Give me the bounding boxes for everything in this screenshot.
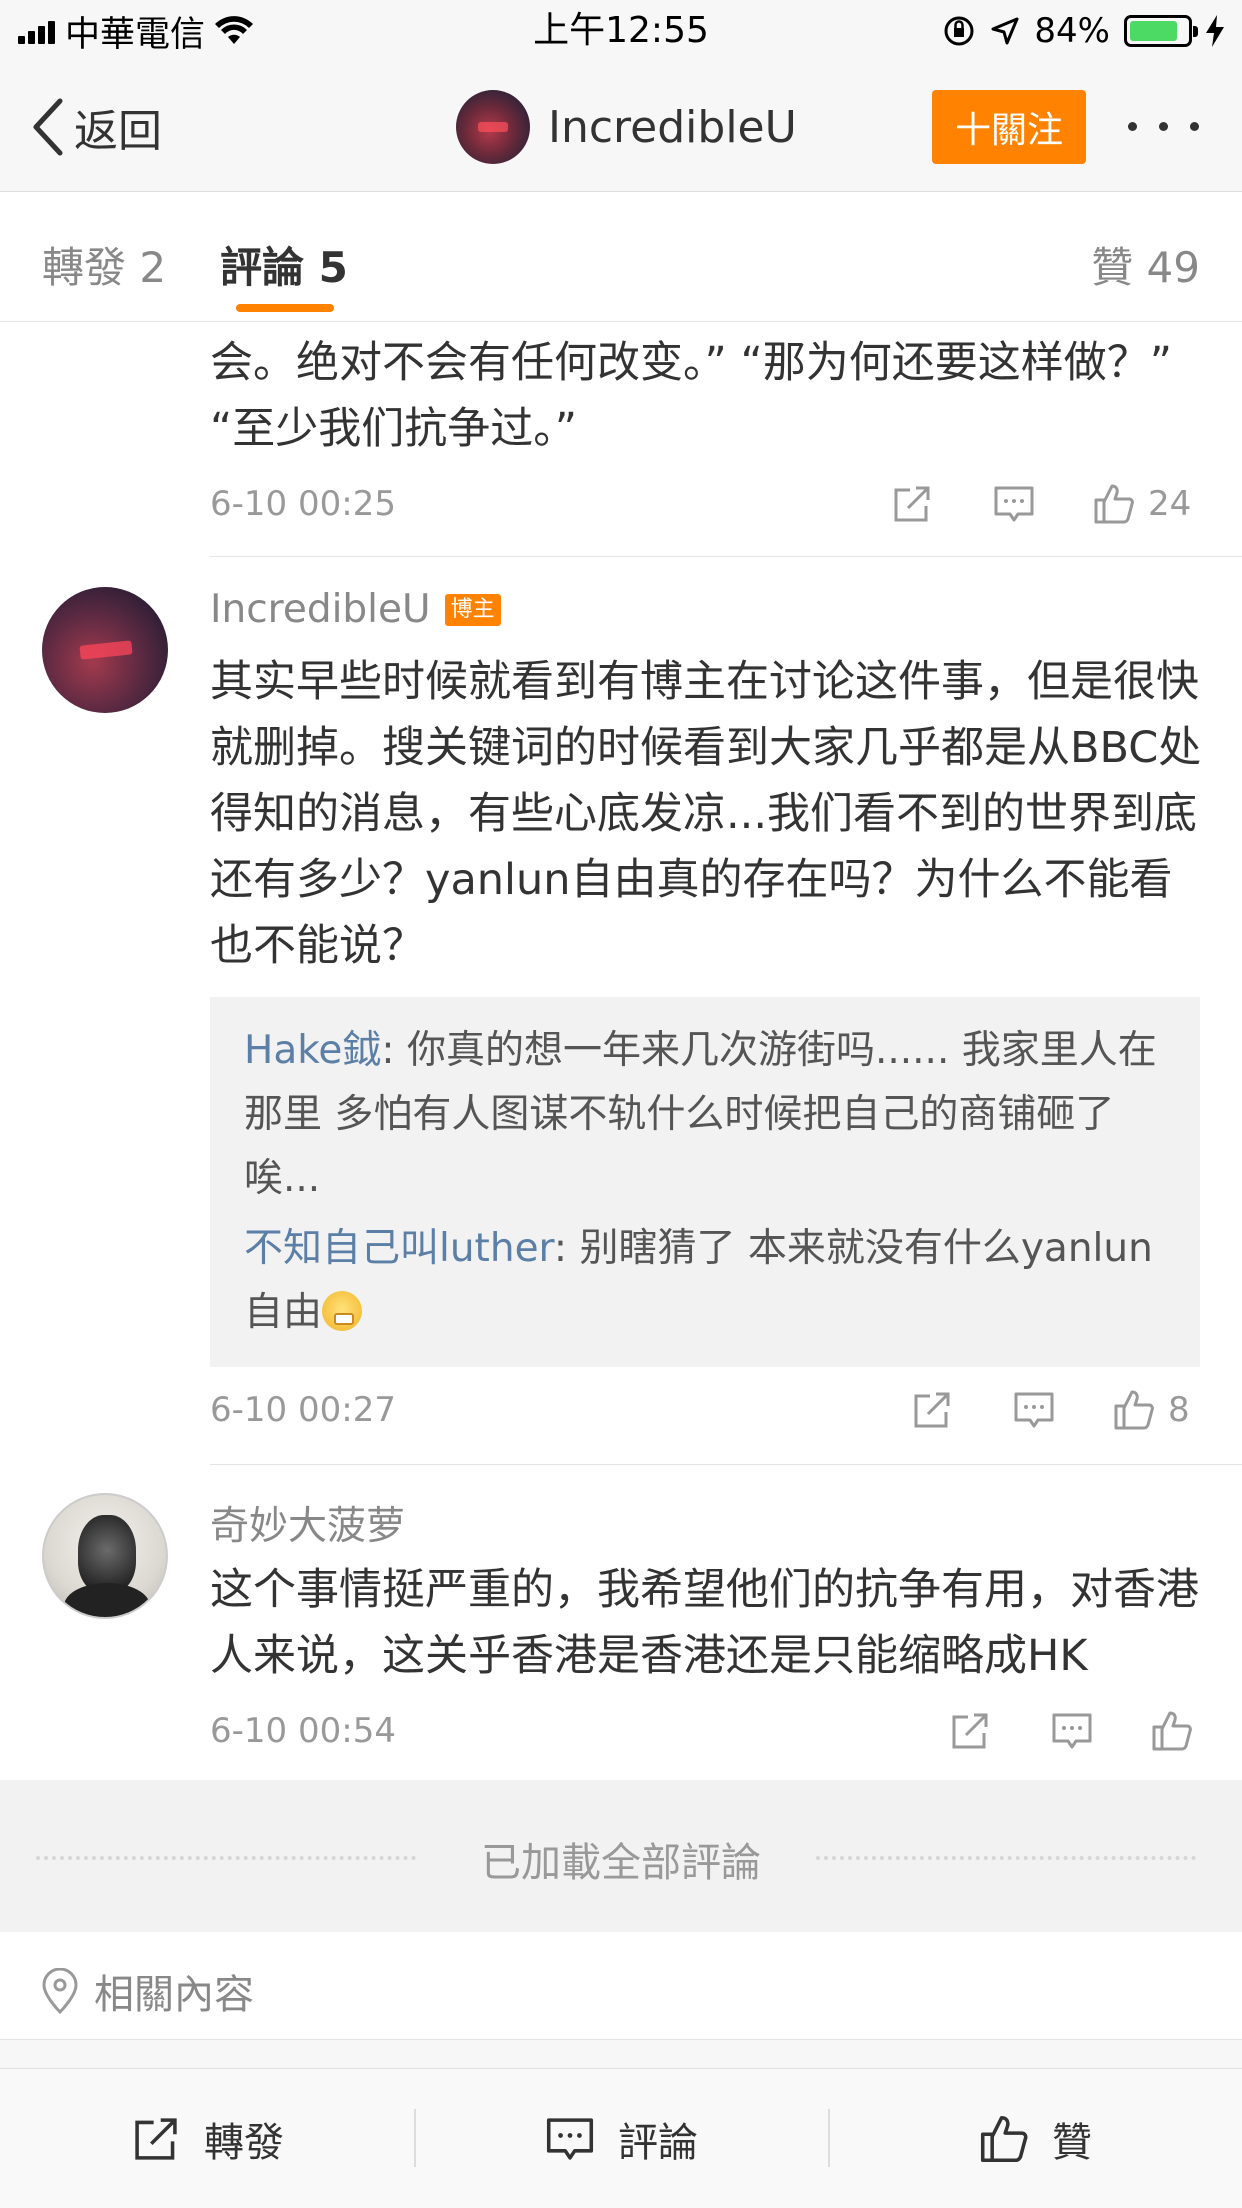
comment-icon [994,486,1034,522]
tab-repost[interactable]: 轉發 2 [42,234,166,295]
share-icon [914,1392,950,1428]
location-icon [991,17,1019,45]
battery-icon [1124,15,1198,47]
battery-percent: 84% [1034,11,1110,51]
tab-bar: 轉發 2 評論 5 贊 49 [0,192,1242,322]
thumbs-up-icon [1152,1711,1192,1751]
reply-item: 不知自己叫luther: 别瞎猜了 本来就没有什么yanlun自由 [244,1217,1176,1345]
status-right: 84% [942,8,1224,54]
navigation-bar: 返回 IncredibleU 十關注 [0,62,1242,192]
charging-bolt-icon [1206,15,1224,47]
comment-icon [1052,1713,1092,1749]
author-badge: 博主 [444,593,501,626]
comment-text: 这个事情挺严重的，我希望他们的抗争有用，对香港人来说，这关乎香港是香港还是只能缩… [210,1565,1199,1681]
weibo-comments-screen: 中華電信 上午12:55 84% 返回 IncredibleU 十關注 轉發 2… [0,0,1242,2208]
reply-action[interactable] [1012,1380,1056,1440]
comment-button[interactable]: 評論 [414,2069,828,2208]
share-icon [952,1713,988,1749]
all-comments-loaded: 已加載全部評論 [0,1780,1242,1932]
comment-divider [210,556,1242,557]
reply-item: Hake鉞: 你真的想一年来几次游街吗...... 我家里人在那里 多怕有人图谋… [244,1019,1176,1211]
zipped-mouth-emoji-icon [322,1291,363,1331]
comment-icon [546,2118,594,2160]
thumbs-up-icon [1114,1390,1154,1430]
repost-action[interactable] [890,474,934,534]
thumbs-up-icon [1094,484,1134,524]
comment-author[interactable]: 奇妙大菠萝 [210,1495,405,1551]
related-row: 相關內容 [40,1962,254,2020]
like-action[interactable] [1150,1701,1206,1761]
share-icon [894,486,930,522]
like-count: 24 [1148,484,1192,524]
section-gap [0,2040,1242,2068]
repost-action[interactable] [910,1380,954,1440]
repost-action[interactable] [948,1701,992,1761]
divider-dots [816,1856,1196,1860]
chevron-left-icon [33,98,63,156]
avatar[interactable] [42,1493,168,1619]
repost-button[interactable]: 轉發 [0,2069,414,2208]
repost-label: 轉發 [204,2120,284,2166]
nav-user[interactable]: IncredibleU [456,89,797,165]
comment-author[interactable]: IncredibleU 博主 [210,587,501,632]
like-action[interactable]: 8 [1112,1380,1190,1440]
back-button[interactable]: 返回 [30,92,162,162]
like-label: 贊 [1052,2120,1092,2166]
comment-text: 其实早些时候就看到有博主在讨论这件事，但是很快就删掉。搜关键词的时候看到大家几乎… [210,657,1202,971]
related-label: 相關內容 [94,1972,254,2018]
bottom-action-bar: 轉發 評論 贊 [0,2068,1242,2208]
comment-actions: 8 [0,1380,1242,1440]
reply-action[interactable] [1050,1701,1094,1761]
related-location-icon [42,1968,78,2014]
comment-actions: 24 [0,474,1242,534]
tab-likes[interactable]: 贊 49 [1091,234,1200,295]
more-options-icon[interactable] [1128,114,1228,138]
back-label: 返回 [74,106,162,157]
reply-author[interactable]: Hake鉞 [244,1028,381,1073]
author-name: IncredibleU [210,587,431,632]
follow-button[interactable]: 十關注 [932,90,1086,164]
comment-text: 会。绝对不会有任何改变。” “那为何还要这样做？” “至少我们抗争过。” [210,338,1172,454]
comment-icon [1014,1392,1054,1428]
reply-list[interactable]: Hake鉞: 你真的想一年来几次游街吗...... 我家里人在那里 多怕有人图谋… [210,997,1200,1367]
share-icon [135,2118,177,2160]
reply-action[interactable] [992,474,1036,534]
reply-text: : 你真的想一年来几次游街吗...... 我家里人在那里 多怕有人图谋不轨什么时… [244,1028,1157,1201]
related-content[interactable]: 相關內容 [0,1932,1242,2040]
avatar[interactable] [42,587,168,713]
comment-label: 評論 [618,2120,698,2166]
nav-title: IncredibleU [548,101,797,153]
like-action[interactable]: 24 [1092,474,1191,534]
reply-author[interactable]: 不知自己叫luther [244,1226,554,1271]
like-count: 8 [1168,1390,1190,1430]
tab-comments[interactable]: 評論 5 [220,234,348,295]
status-bar: 中華電信 上午12:55 84% [0,0,1242,62]
author-name: 奇妙大菠萝 [210,1504,406,1549]
rotation-lock-icon [944,16,974,46]
tab-active-indicator [236,304,334,312]
comment-actions [0,1701,1242,1761]
avatar [456,90,530,164]
like-button[interactable]: 贊 [828,2069,1242,2208]
comment-divider [210,1464,1242,1465]
thumbs-up-icon [980,2115,1028,2163]
